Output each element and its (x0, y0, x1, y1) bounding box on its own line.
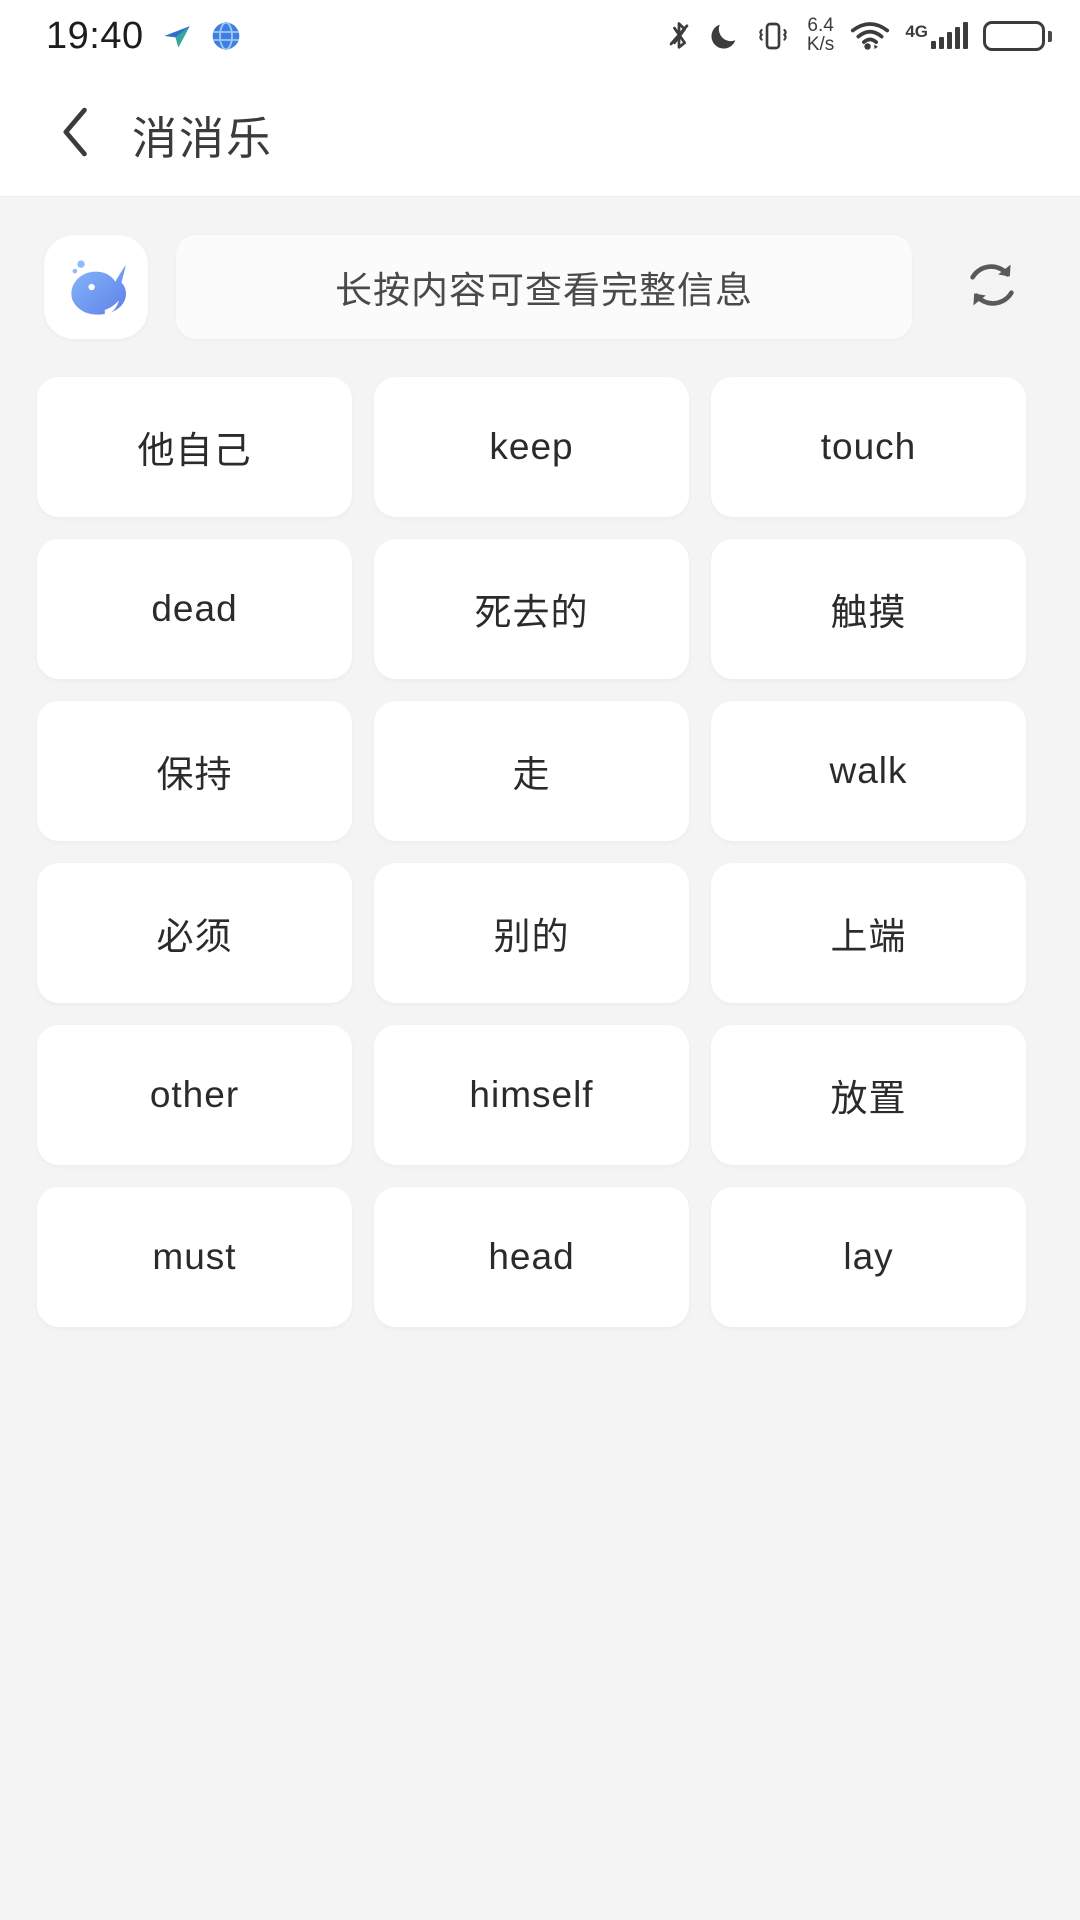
hint-banner[interactable]: 长按内容可查看完整信息 (176, 235, 912, 339)
word-card-label: himself (469, 1074, 594, 1115)
word-card-label: 必须 (156, 916, 233, 957)
word-card-label: 死去的 (474, 592, 589, 633)
word-card[interactable]: himself (374, 1025, 689, 1165)
mobile-network-label: 4G (905, 22, 928, 41)
word-card[interactable]: 走 (374, 701, 689, 841)
hint-text: 长按内容可查看完整信息 (335, 270, 753, 311)
do-not-disturb-moon-icon (708, 20, 740, 52)
battery-icon (983, 21, 1052, 51)
word-card[interactable]: 放置 (711, 1025, 1026, 1165)
word-card[interactable]: 触摸 (711, 539, 1026, 679)
signal-bars (931, 22, 968, 49)
refresh-icon (961, 254, 1023, 321)
send-icon (160, 19, 194, 53)
word-card-label: dead (151, 588, 238, 629)
page-title: 消消乐 (132, 112, 274, 164)
word-card[interactable]: other (37, 1025, 352, 1165)
word-card-label: touch (820, 426, 917, 467)
word-card[interactable]: 必须 (37, 863, 352, 1003)
whale-logo-icon (44, 235, 148, 339)
word-card-label: keep (489, 426, 574, 467)
refresh-button[interactable] (940, 235, 1044, 339)
word-card-label: head (488, 1236, 575, 1277)
network-speed-icon: 6.4 K/s (807, 17, 834, 54)
word-card[interactable]: walk (711, 701, 1026, 841)
word-card[interactable]: 他自己 (37, 377, 352, 517)
app-header: 消消乐 (0, 72, 1080, 197)
word-card-label: 上端 (830, 916, 907, 957)
word-card-label: lay (843, 1236, 894, 1277)
word-card-label: 触摸 (830, 592, 907, 633)
chevron-left-icon (55, 105, 97, 164)
wifi-icon (850, 20, 890, 52)
word-card[interactable]: 保持 (37, 701, 352, 841)
word-card[interactable]: keep (374, 377, 689, 517)
status-bar-clock: 19:40 (46, 15, 144, 57)
back-button[interactable] (48, 106, 104, 162)
word-card[interactable]: 别的 (374, 863, 689, 1003)
content-area: 长按内容可查看完整信息 他自己 keep touch dead 死去的 触摸 保… (0, 197, 1080, 1327)
status-bar-right: 6.4 K/s 4G (665, 17, 1052, 54)
vibrate-icon (755, 19, 791, 53)
network-speed-unit: K/s (806, 34, 835, 55)
bluetooth-icon (665, 19, 693, 53)
word-card[interactable]: lay (711, 1187, 1026, 1327)
word-card-label: 别的 (493, 916, 570, 957)
toolbar-row: 长按内容可查看完整信息 (0, 197, 1080, 339)
word-card-label: other (149, 1074, 240, 1115)
status-bar: 19:40 6.4 K/s 4G (0, 0, 1080, 72)
word-card[interactable]: dead (37, 539, 352, 679)
word-card[interactable]: touch (711, 377, 1026, 517)
status-bar-left: 19:40 (46, 17, 242, 55)
word-card-label: 他自己 (137, 430, 252, 471)
battery-tip (1048, 30, 1052, 42)
word-card[interactable]: 死去的 (374, 539, 689, 679)
word-card[interactable]: 上端 (711, 863, 1026, 1003)
word-card-label: walk (829, 750, 908, 791)
word-card-grid: 他自己 keep touch dead 死去的 触摸 保持 走 walk 必须 … (0, 339, 1080, 1327)
word-card-label: 走 (512, 754, 551, 795)
cellular-signal-icon: 4G (905, 22, 968, 49)
battery-body (983, 21, 1045, 51)
word-card-label: 保持 (156, 754, 233, 795)
word-card-label: 放置 (830, 1078, 907, 1119)
word-card-label: must (152, 1236, 237, 1277)
word-card[interactable]: head (374, 1187, 689, 1327)
browser-globe-icon (210, 20, 242, 52)
word-card[interactable]: must (37, 1187, 352, 1327)
